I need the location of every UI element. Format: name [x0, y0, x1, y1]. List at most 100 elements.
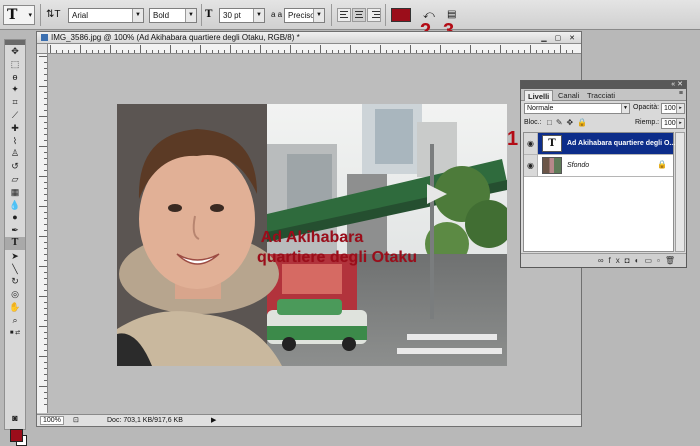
align-left-button[interactable]: [337, 8, 351, 22]
text-orientation-icon[interactable]: ⇅T: [46, 8, 61, 22]
ruler-tick: [44, 404, 47, 405]
type-tool-icon[interactable]: T: [5, 236, 25, 250]
text-color-swatch[interactable]: [391, 8, 411, 22]
visibility-eye-icon[interactable]: ◉: [524, 155, 538, 176]
blend-mode-select[interactable]: Normale ▼: [524, 103, 630, 114]
zoom-tool-icon[interactable]: ⌕: [5, 314, 25, 327]
tab-livelli[interactable]: Livelli: [524, 90, 554, 101]
ruler-tick: [440, 45, 441, 53]
ruler-tick: [368, 50, 369, 53]
ruler-tick: [44, 230, 47, 231]
layer-row-background[interactable]: ◉ Sfondo 🔒: [524, 155, 673, 177]
ruler-tick: [92, 50, 93, 53]
zoom-field[interactable]: 100%: [40, 416, 64, 425]
status-icon[interactable]: ⊡: [73, 415, 79, 426]
ruler-tick: [44, 374, 47, 375]
3d-orbit-tool-icon[interactable]: ◎: [5, 288, 25, 301]
lock-icon: 🔒: [657, 160, 667, 169]
ruler-tick: [62, 50, 63, 53]
new-group-icon[interactable]: ▭: [644, 256, 657, 265]
ruler-tick: [470, 45, 471, 53]
new-layer-icon[interactable]: ▫: [657, 256, 665, 265]
healing-brush-tool-icon[interactable]: ✚: [5, 122, 25, 135]
ruler-tick: [272, 50, 273, 53]
ruler-tick: [242, 50, 243, 53]
tool-preset-picker[interactable]: T ▾: [3, 5, 35, 25]
callout-1: 1: [507, 128, 519, 150]
history-brush-tool-icon[interactable]: ↺: [5, 160, 25, 173]
tab-tracciati[interactable]: Tracciati: [584, 90, 618, 101]
lasso-tool-icon[interactable]: ɵ: [5, 71, 25, 84]
panel-tabs: Livelli Canali Tracciati ≡: [521, 89, 686, 101]
pen-tool-icon[interactable]: ✒: [5, 224, 25, 237]
ruler-tick: [212, 50, 213, 53]
blur-tool-icon[interactable]: 💧: [5, 199, 25, 212]
ruler-tick: [39, 356, 47, 357]
layer-style-icon[interactable]: fx: [609, 256, 625, 265]
hand-tool-icon[interactable]: ✋: [5, 301, 25, 314]
fill-field[interactable]: 100% ▸: [661, 118, 685, 129]
vertical-ruler[interactable]: [37, 54, 48, 413]
align-right-button[interactable]: [367, 8, 381, 22]
ruler-tick: [200, 45, 201, 53]
ruler-tick: [39, 296, 47, 297]
layer-list-scrollbar[interactable]: [675, 132, 685, 252]
ruler-tick: [500, 45, 501, 53]
brush-tool-icon[interactable]: ⌇: [5, 135, 25, 148]
ruler-tick: [44, 350, 47, 351]
marquee-tool-icon[interactable]: ⬚: [5, 58, 25, 71]
add-mask-icon[interactable]: ◘: [625, 256, 635, 265]
default-colors-icon[interactable]: ■ ⇄: [5, 327, 25, 340]
document-title-bar[interactable]: IMG_3586.jpg @ 100% (Ad Akihabara quarti…: [37, 32, 581, 44]
ruler-tick: [248, 50, 249, 53]
font-style-select[interactable]: Bold ▼: [149, 8, 197, 23]
visibility-eye-icon[interactable]: ◉: [524, 133, 538, 154]
ruler-tick: [44, 62, 47, 63]
antialias-select[interactable]: Preciso ▼: [284, 8, 325, 23]
eraser-tool-icon[interactable]: ▱: [5, 173, 25, 186]
photo-canvas[interactable]: Ad Akihabara quartiere degli Otaku: [117, 104, 507, 366]
foreground-color-swatch[interactable]: [10, 429, 23, 442]
close-icon[interactable]: « ✕: [671, 80, 683, 88]
path-selection-tool-icon[interactable]: ➤: [5, 250, 25, 263]
opacity-field[interactable]: 100% ▸: [661, 103, 685, 114]
ruler-tick: [482, 50, 483, 53]
ruler-tick: [44, 302, 47, 303]
shape-tool-icon[interactable]: ╲: [5, 263, 25, 276]
ruler-tick: [44, 380, 47, 381]
link-layers-icon[interactable]: ∞: [598, 256, 609, 265]
magic-wand-tool-icon[interactable]: ✦: [5, 83, 25, 96]
panel-title-bar[interactable]: « ✕: [521, 81, 686, 89]
ruler-tick: [410, 45, 411, 53]
ruler-tick: [452, 50, 453, 53]
crop-tool-icon[interactable]: ⌗: [5, 96, 25, 109]
layer-row-text[interactable]: ◉ T Ad Akihabara quartiere degli O...: [524, 133, 675, 155]
font-size-select[interactable]: 30 pt ▼: [219, 8, 265, 23]
trash-icon[interactable]: 🗑: [665, 256, 680, 265]
3d-rotate-tool-icon[interactable]: ↻: [5, 275, 25, 288]
dodge-tool-icon[interactable]: ●: [5, 211, 25, 224]
eyedropper-tool-icon[interactable]: ⟋: [5, 109, 25, 122]
ruler-tick: [44, 314, 47, 315]
ruler-tick: [554, 50, 555, 53]
status-menu-arrow-icon[interactable]: ▶: [211, 415, 216, 426]
lock-icons[interactable]: □✎✥🔒: [547, 118, 591, 127]
clone-stamp-tool-icon[interactable]: ♙: [5, 147, 25, 160]
gradient-tool-icon[interactable]: ▦: [5, 186, 25, 199]
panel-menu-icon[interactable]: ≡: [679, 90, 683, 97]
adjustment-layer-icon[interactable]: ◐: [635, 256, 645, 265]
move-tool-icon[interactable]: ✥: [5, 45, 25, 58]
ruler-origin[interactable]: [37, 44, 48, 54]
ruler-tick: [302, 50, 303, 53]
tab-canali[interactable]: Canali: [555, 90, 582, 101]
ruler-tick: [44, 92, 47, 93]
ruler-tick: [44, 362, 47, 363]
ruler-tick: [170, 45, 171, 53]
horizontal-ruler[interactable]: [48, 44, 581, 54]
overlay-text-line-1: Ad Akihabara: [260, 229, 364, 246]
quick-mask-icon[interactable]: ◙: [5, 412, 25, 425]
align-center-button[interactable]: [352, 8, 366, 22]
text-layer-thumbnail-icon: T: [542, 135, 562, 152]
ruler-tick: [392, 50, 393, 53]
font-family-select[interactable]: Arial ▼: [68, 8, 144, 23]
